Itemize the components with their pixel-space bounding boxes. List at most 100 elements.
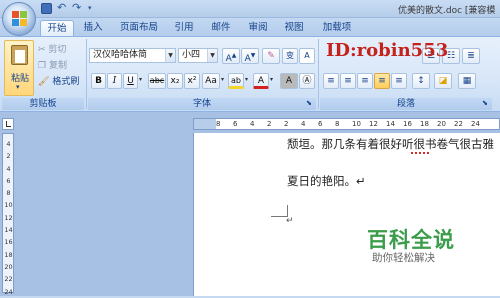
vruler-mark: 18: [4, 250, 13, 259]
strike-button[interactable]: abc: [148, 73, 166, 89]
italic-button[interactable]: I: [107, 73, 122, 89]
hruler-mark: 8: [335, 120, 340, 128]
font-color-dropdown-icon[interactable]: ▾: [270, 76, 273, 83]
phonetic-icon: 变: [286, 51, 294, 60]
cut-button[interactable]: ✂ 剪切: [38, 42, 82, 56]
font-dialog-launcher-icon[interactable]: ⬊: [306, 99, 312, 107]
vruler-mark: 6: [6, 176, 11, 185]
underline-dropdown-icon[interactable]: ▾: [139, 76, 142, 83]
case-dropdown-icon[interactable]: ▾: [221, 76, 224, 83]
grow-font-button[interactable]: A▲: [222, 48, 240, 64]
office-logo-icon: [12, 11, 28, 27]
tab-mailings[interactable]: 邮件: [209, 20, 233, 36]
copy-button[interactable]: ❐ 复制: [38, 58, 82, 72]
align-center-button[interactable]: ≡: [340, 73, 356, 89]
office-button[interactable]: [2, 2, 36, 36]
paragraph-group-label: 段落: [320, 98, 492, 110]
vertical-ruler[interactable]: 4 2 4 6 8 10 12 14 16 18 20 22 24: [2, 133, 14, 296]
tab-home[interactable]: 开始: [40, 20, 74, 36]
multilevel-icon: ≣: [467, 51, 475, 61]
paste-button[interactable]: 粘贴 ▾: [4, 40, 34, 96]
document-page[interactable]: 颓垣。那几条有着很好听很书卷气很古雅 夏日的艳阳。↵ ↵: [193, 133, 500, 296]
superscript-button[interactable]: x²: [184, 73, 200, 89]
paragraph-dialog-launcher-icon[interactable]: ⬊: [482, 99, 488, 107]
tab-stop-icon: [6, 121, 11, 127]
clipboard-group: 粘贴 ▾ ✂ 剪切 ❐ 复制 🖌 格式刷 剪贴板: [2, 37, 84, 111]
highlight-dropdown-icon[interactable]: ▾: [245, 76, 248, 83]
horizontal-ruler[interactable]: 8 6 4 2 2 4 6 8 10 12 14 16 18 20 22 24: [193, 118, 500, 130]
vruler-mark: 14: [4, 226, 13, 235]
enclose-char-button[interactable]: Ⓐ: [299, 73, 315, 89]
subscript-button[interactable]: x₂: [167, 73, 183, 89]
distributed-button[interactable]: ≡: [391, 73, 407, 89]
clear-format-button[interactable]: ✎: [262, 48, 280, 64]
highlight-button[interactable]: ab: [228, 73, 244, 89]
enclose-char-icon: Ⓐ: [302, 76, 312, 86]
tab-addins[interactable]: 加载项: [318, 20, 356, 36]
watermark-id: ID:robin553: [326, 40, 449, 61]
chevron-down-icon[interactable]: ▼: [207, 49, 217, 62]
char-shading-button[interactable]: A: [280, 73, 298, 89]
shrink-font-button[interactable]: A▼: [241, 48, 259, 64]
hruler-mark: 4: [301, 120, 306, 128]
title-bar: ↶ ↷ ▾ 优美的散文.doc [兼容模: [0, 0, 500, 18]
save-icon[interactable]: [41, 3, 52, 14]
font-group: 汉仪哈哈体简 ▼ 小四 ▼ A▲ A▼ ✎ 变 A B I U ▾ abc x₂…: [88, 37, 316, 111]
redo-icon[interactable]: ↷: [72, 2, 83, 14]
tab-references[interactable]: 引用: [172, 20, 196, 36]
clipboard-group-label: 剪贴板: [2, 98, 84, 110]
hruler-mark: 2: [267, 120, 272, 128]
hruler-mark: 10: [352, 120, 361, 128]
vruler-mark: 12: [4, 213, 13, 222]
change-case-button[interactable]: Aa: [202, 73, 220, 89]
line-spacing-icon: ↕: [417, 76, 425, 86]
format-painter-label: 格式刷: [52, 77, 80, 87]
tab-review[interactable]: 审阅: [246, 20, 270, 36]
bold-button[interactable]: B: [91, 73, 106, 89]
vruler-mark: 16: [4, 238, 13, 247]
tab-view[interactable]: 视图: [282, 20, 306, 36]
char-border-icon: A: [304, 51, 310, 60]
ribbon-tabs: 开始 插入 页面布局 引用 邮件 审阅 视图 加载项: [0, 18, 500, 36]
font-size-combo[interactable]: 小四 ▼: [178, 48, 218, 63]
chevron-down-icon[interactable]: ▼: [165, 49, 175, 62]
shading-button[interactable]: ◪: [434, 73, 452, 89]
hruler-mark: 8: [216, 120, 221, 128]
tab-insert[interactable]: 插入: [80, 20, 106, 36]
hruler-mark: 18: [420, 120, 429, 128]
qat-dropdown-icon[interactable]: ▾: [88, 3, 99, 14]
paint-bucket-icon: ◪: [438, 76, 448, 86]
hruler-mark: 4: [250, 120, 255, 128]
brush-icon: 🖌: [38, 77, 50, 87]
undo-icon[interactable]: ↶: [57, 2, 68, 14]
hruler-mark: 24: [471, 120, 480, 128]
borders-button[interactable]: ▦: [458, 73, 476, 89]
char-border-button[interactable]: A: [299, 48, 315, 64]
hruler-mark: 14: [386, 120, 395, 128]
tab-selector[interactable]: [2, 118, 14, 130]
align-right-button[interactable]: ≡: [357, 73, 373, 89]
underline-button[interactable]: U: [123, 73, 138, 89]
hruler-mark: 12: [369, 120, 378, 128]
document-line-1: 颓垣。那几条有着很好听很书卷气很古雅: [287, 137, 494, 151]
align-left-button[interactable]: ≡: [323, 73, 339, 89]
font-name-combo[interactable]: 汉仪哈哈体简 ▼: [89, 48, 176, 63]
tab-page-layout[interactable]: 页面布局: [115, 20, 163, 36]
justify-button[interactable]: ≡: [374, 73, 390, 89]
align-center-icon: ≡: [344, 76, 352, 86]
phonetic-button[interactable]: 变: [282, 48, 298, 64]
scissors-icon: ✂: [38, 45, 46, 55]
hruler-mark: 6: [233, 120, 238, 128]
multilevel-button[interactable]: ≣: [462, 48, 480, 64]
justify-icon: ≡: [378, 76, 386, 86]
line-spacing-button[interactable]: ↕: [412, 73, 430, 89]
hruler-mark: 2: [284, 120, 289, 128]
format-painter-button[interactable]: 🖌 格式刷: [38, 74, 84, 88]
paste-label: 粘贴: [10, 74, 29, 84]
hruler-mark: 22: [454, 120, 463, 128]
borders-icon: ▦: [462, 76, 472, 86]
vruler-mark: 8: [6, 189, 11, 198]
paste-dropdown-icon[interactable]: ▾: [16, 83, 20, 91]
font-color-button[interactable]: A: [253, 73, 269, 89]
copy-label: 复制: [48, 61, 67, 71]
